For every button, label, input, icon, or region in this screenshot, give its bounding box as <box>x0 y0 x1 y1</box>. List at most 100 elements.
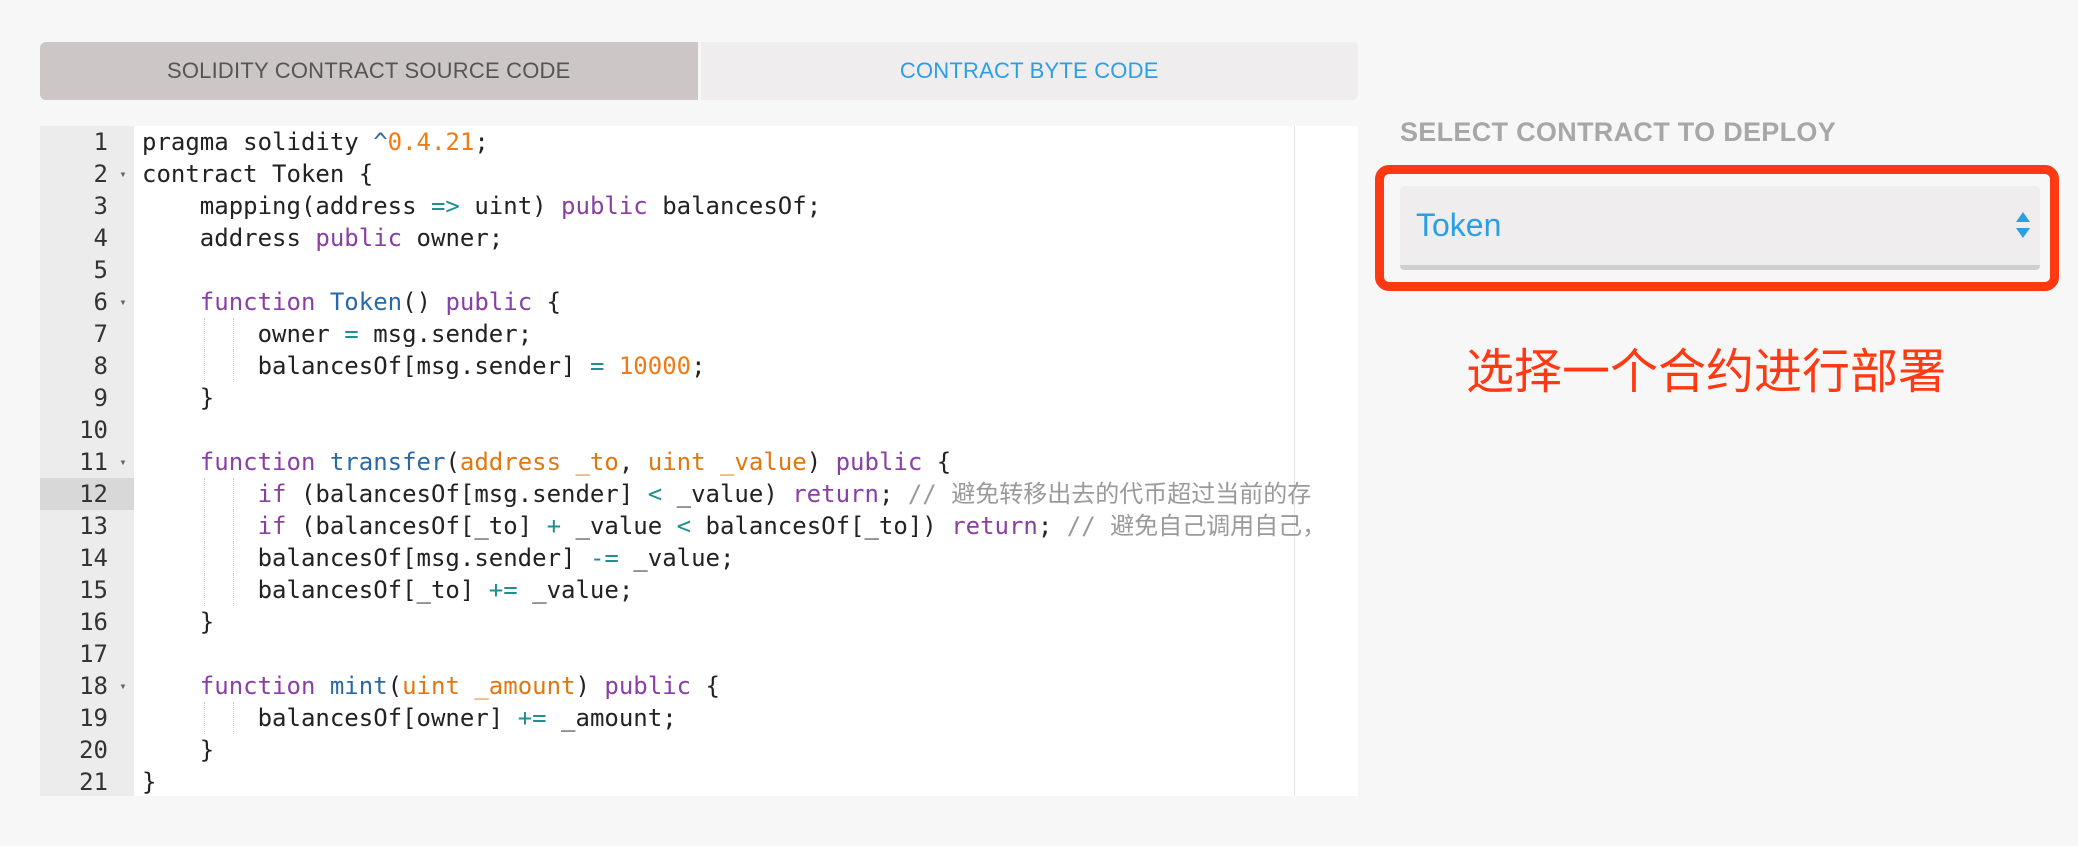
code-text: } <box>142 766 156 796</box>
code-token: public <box>561 192 648 220</box>
code-token: balancesOf[_to] <box>142 576 489 604</box>
code-text: pragma solidity ^0.4.21; <box>142 126 489 158</box>
code-line[interactable]: 2 ▾ contract Token { <box>40 158 1358 190</box>
code-token: = <box>344 320 359 348</box>
code-token: mint <box>329 672 388 700</box>
code-line[interactable]: 5 <box>40 254 1358 286</box>
code-line[interactable]: 3 mapping(address => uint) public balanc… <box>40 190 1358 222</box>
code-text: balancesOf[msg.sender] = 10000; <box>142 350 706 382</box>
line-number: 10 <box>79 416 108 444</box>
code-line[interactable]: 11 ▾ function transfer(address _to, uint … <box>40 446 1358 478</box>
code-text: contract Token { <box>142 158 373 190</box>
contract-select[interactable]: Token <box>1400 186 2040 270</box>
code-line[interactable]: 6 ▾ function Token() public { <box>40 286 1358 318</box>
code-token: => <box>430 192 460 220</box>
code-token: ; <box>1037 512 1067 540</box>
fold-toggle-icon[interactable]: ▾ <box>116 158 130 190</box>
code-line[interactable]: 21} <box>40 766 1358 796</box>
code-token: if <box>257 480 287 508</box>
line-number: 12 <box>40 478 134 510</box>
code-line[interactable]: 18 ▾ function mint(uint _amount) public { <box>40 670 1358 702</box>
code-line[interactable]: 12 if (balancesOf[msg.sender] < _value) … <box>40 478 1358 510</box>
tab-solidity-source[interactable]: SOLIDITY CONTRACT SOURCE CODE <box>40 42 698 100</box>
code-line[interactable]: 8 balancesOf[msg.sender] = 10000; <box>40 350 1358 382</box>
line-number: 4 <box>93 224 108 252</box>
code-token: transfer <box>329 448 446 476</box>
line-number: 17 <box>79 640 108 668</box>
line-number: 15 <box>79 576 108 604</box>
code-token: _value <box>561 512 677 540</box>
code-token: { <box>532 288 562 316</box>
code-token: address _to <box>459 448 619 476</box>
code-token: balancesOf[_to]) <box>691 512 952 540</box>
code-token: 10000 <box>618 352 692 380</box>
line-number: 20 <box>79 736 108 764</box>
code-token: , <box>618 448 648 476</box>
code-token: contract Token { <box>142 160 374 188</box>
line-number: 21 <box>79 768 108 796</box>
code-token: owner <box>142 320 345 348</box>
code-line[interactable]: 1 pragma solidity ^0.4.21; <box>40 126 1358 158</box>
code-text: address public owner; <box>142 222 503 254</box>
code-text: mapping(address => uint) public balances… <box>142 190 821 222</box>
code-token: } <box>142 608 215 636</box>
code-line[interactable]: 14 balancesOf[msg.sender] -= _value; <box>40 542 1358 574</box>
code-line[interactable]: 15 balancesOf[_to] += _value; <box>40 574 1358 606</box>
code-token: msg.sender; <box>358 320 533 348</box>
code-token: _value; <box>618 544 735 572</box>
code-editor[interactable]: 1 pragma solidity ^0.4.21; 2 ▾ contract Toke… <box>40 126 1358 796</box>
code-text: function mint(uint _amount) public { <box>142 670 720 702</box>
code-text: function transfer(address _to, uint _val… <box>142 446 951 478</box>
line-number: 9 <box>93 384 108 412</box>
code-token: 0.4.21 <box>387 128 475 156</box>
code-token: } <box>142 736 215 764</box>
code-line[interactable]: 20 } <box>40 734 1358 766</box>
code-token: -= <box>589 544 619 572</box>
editor-tabs: SOLIDITY CONTRACT SOURCE CODE CONTRACT B… <box>40 42 1358 100</box>
line-number: 1 <box>93 128 108 156</box>
code-token: Token <box>329 288 403 316</box>
fold-toggle-icon[interactable]: ▾ <box>116 286 130 318</box>
code-token: function <box>199 448 316 476</box>
code-token: _value; <box>517 576 634 604</box>
code-text: } <box>142 734 214 766</box>
code-line[interactable]: 10 <box>40 414 1358 446</box>
code-token: { <box>691 672 720 700</box>
code-text: balancesOf[_to] += _value; <box>142 574 634 606</box>
code-text: if (balancesOf[_to] + _value < balancesO… <box>142 510 1327 542</box>
code-line[interactable]: 4 address public owner; <box>40 222 1358 254</box>
code-token: += <box>488 576 518 604</box>
fold-toggle-icon[interactable]: ▾ <box>116 670 130 702</box>
code-text: function Token() public { <box>142 286 561 318</box>
code-token: ; <box>878 480 908 508</box>
code-token: // 避免转移出去的代币超过当前的存 <box>907 480 1312 508</box>
code-token: public <box>315 224 403 252</box>
code-token: () <box>402 288 446 316</box>
code-line[interactable]: 17 <box>40 638 1358 670</box>
code-token: balancesOf; <box>647 192 822 220</box>
code-line[interactable]: 19 balancesOf[owner] += _amount; <box>40 702 1358 734</box>
code-line[interactable]: 16 } <box>40 606 1358 638</box>
line-number: 16 <box>79 608 108 636</box>
select-contract-label: SELECT CONTRACT TO DEPLOY <box>1400 117 1837 147</box>
code-line[interactable]: 9 } <box>40 382 1358 414</box>
tab-contract-bytecode[interactable]: CONTRACT BYTE CODE <box>700 42 1358 100</box>
code-token: } <box>142 768 157 796</box>
code-token: owner; <box>402 224 504 252</box>
line-number: 19 <box>79 704 108 732</box>
code-token: function <box>199 672 316 700</box>
line-number: 14 <box>79 544 108 572</box>
code-token: { <box>922 448 952 476</box>
code-token: + <box>546 512 562 540</box>
line-number: 13 <box>79 512 108 540</box>
code-line[interactable]: 13 if (balancesOf[_to] + _value < balanc… <box>40 510 1358 542</box>
fold-toggle-icon[interactable]: ▾ <box>116 446 130 478</box>
code-text: balancesOf[owner] += _amount; <box>142 702 677 734</box>
code-line[interactable]: 7 owner = msg.sender; <box>40 318 1358 350</box>
code-token: < <box>647 480 663 508</box>
